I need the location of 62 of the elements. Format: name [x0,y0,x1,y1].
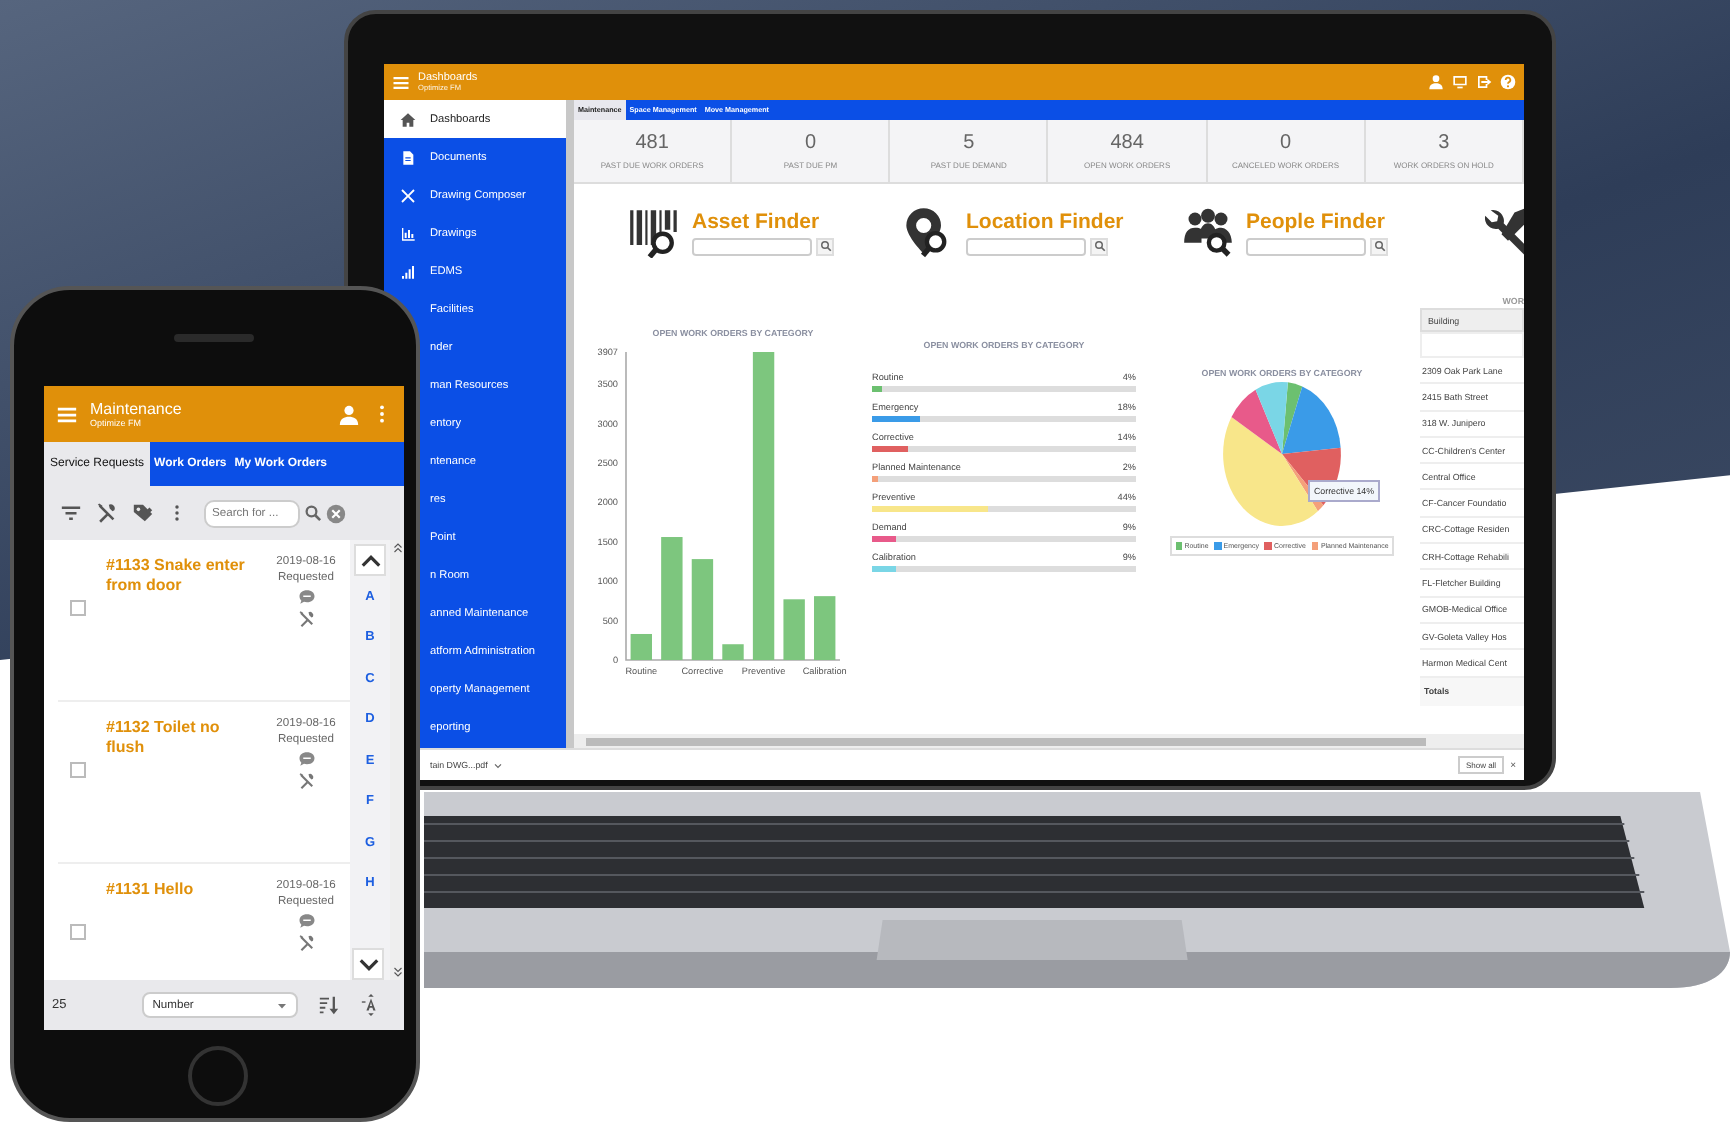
stat-value: 0 [804,132,817,154]
comment-icon[interactable] [297,750,315,768]
finder-title: People Finder [1246,209,1387,233]
search-icon [1373,240,1385,252]
people-search-icon [1182,206,1234,258]
logout-icon[interactable] [1476,74,1492,90]
search-icon[interactable] [304,504,322,522]
menu-icon[interactable] [392,73,410,91]
table-cell [1420,332,1524,358]
menu-icon[interactable] [56,403,78,425]
home-icon [399,111,415,127]
checkbox[interactable] [70,924,86,940]
comment-icon[interactable] [297,588,315,606]
search-icon [1093,240,1105,252]
stat-value: 3 [1438,132,1450,154]
clear-icon[interactable] [326,503,346,523]
search-button[interactable] [1090,237,1108,255]
chart-bar [814,596,836,660]
document-icon [399,149,415,165]
sort-icon[interactable] [318,994,341,1016]
search-field[interactable] [1246,237,1366,255]
checkbox[interactable] [70,762,86,778]
signal-bars-icon [399,263,415,279]
finder-title: Asset Finder [692,209,822,233]
search-button[interactable] [816,237,834,255]
barcode-search-icon [628,206,680,258]
x-icon [399,187,415,203]
double-caret-up-icon[interactable] [391,540,403,556]
stat-value: 0 [1279,132,1292,154]
search-button[interactable] [1370,237,1388,255]
user-icon[interactable] [338,403,360,425]
finder-title: Location Finder [966,209,1124,233]
checkbox[interactable] [70,600,86,616]
help-icon[interactable] [1500,74,1516,90]
chart-bar [722,644,744,660]
scroll-up-button[interactable] [354,544,386,576]
chart-bar [630,634,652,660]
caret-down-icon [276,999,289,1011]
tools-icon [1482,206,1524,258]
chart-bar [691,559,714,660]
tools-icon[interactable] [297,772,315,790]
search-icon [819,240,831,252]
chart-bar [661,537,683,660]
caret-icon[interactable] [493,761,502,769]
app-title: Maintenance [90,400,182,418]
bar-chart-icon [399,225,415,241]
comment-icon[interactable] [297,912,315,930]
tools-icon[interactable] [96,502,118,524]
search-field[interactable] [966,237,1086,255]
scroll-down-button[interactable] [352,948,384,980]
monitor-icon[interactable] [1452,74,1468,90]
user-icon[interactable] [1428,74,1444,90]
tools-icon[interactable] [297,610,315,628]
double-caret-down-icon[interactable] [391,964,403,980]
search-field[interactable] [692,237,812,255]
filter-icon[interactable] [60,502,82,524]
stat-value: 484 [1110,132,1144,154]
tools-icon[interactable] [297,934,315,952]
stat-value: 5 [963,132,975,154]
chart-bar [783,599,805,660]
tag-icon[interactable] [132,502,154,524]
stat-value: 481 [635,132,669,154]
